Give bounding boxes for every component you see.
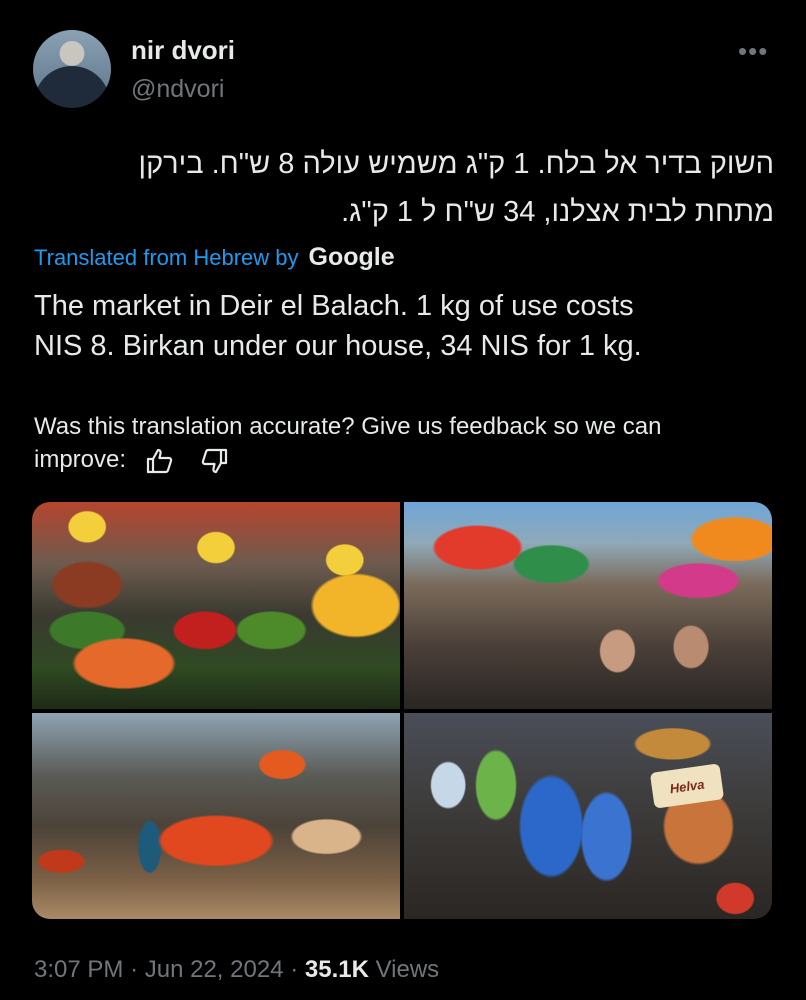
- views-label: Views: [375, 956, 440, 983]
- avatar[interactable]: [33, 30, 111, 108]
- tweet-date[interactable]: Jun 22, 2024: [145, 956, 284, 983]
- feedback-line-1: Was this translation accurate? Give us f…: [34, 413, 662, 440]
- more-options-icon[interactable]: •••: [738, 36, 768, 67]
- meta-separator: ·: [130, 956, 145, 983]
- author-handle[interactable]: @ndvori: [131, 75, 224, 104]
- google-logo: Google: [308, 243, 395, 271]
- market-produce-photo[interactable]: [32, 502, 400, 709]
- tweet-text-hebrew: השוק בדיר אל בלח. 1 ק"ג משמיש עולה 8 ש"ח…: [34, 140, 774, 236]
- hebrew-line-2: מתחת לבית אצלנו, 34 ש"ח ל 1 ק"ג.: [341, 196, 774, 228]
- feedback-line-2: improve:: [34, 446, 127, 473]
- translated-label[interactable]: Translated from Hebrew by: [34, 245, 299, 271]
- grocery-goods-photo[interactable]: Helva: [404, 712, 772, 919]
- tweet-time[interactable]: 3:07 PM: [34, 956, 123, 983]
- tweet-meta: 3:07 PM · Jun 22, 2024 · 35.1K Views: [34, 956, 439, 984]
- tweet-translation: The market in Deir el Balach. 1 kg of us…: [34, 286, 774, 366]
- thumbs-up-icon[interactable]: [145, 448, 173, 474]
- helva-package-label: Helva: [649, 762, 725, 809]
- media-grid: Helva: [32, 502, 772, 919]
- translation-feedback: Was this translation accurate? Give us f…: [34, 410, 774, 476]
- hebrew-line-1: השוק בדיר אל בלח. 1 ק"ג משמיש עולה 8 ש"ח…: [138, 148, 774, 180]
- market-crowd-photo[interactable]: [404, 502, 772, 709]
- translation-line-2: NIS 8. Birkan under our house, 34 NIS fo…: [34, 330, 642, 362]
- thumbs-down-icon[interactable]: [201, 448, 229, 474]
- translated-by[interactable]: Translated from Hebrew by Google: [34, 243, 395, 272]
- street-market-photo[interactable]: [32, 712, 400, 919]
- views-count: 35.1K: [304, 956, 369, 983]
- translation-line-1: The market in Deir el Balach. 1 kg of us…: [34, 290, 634, 322]
- author-name[interactable]: nir dvori: [131, 35, 235, 66]
- meta-separator: ·: [290, 956, 305, 983]
